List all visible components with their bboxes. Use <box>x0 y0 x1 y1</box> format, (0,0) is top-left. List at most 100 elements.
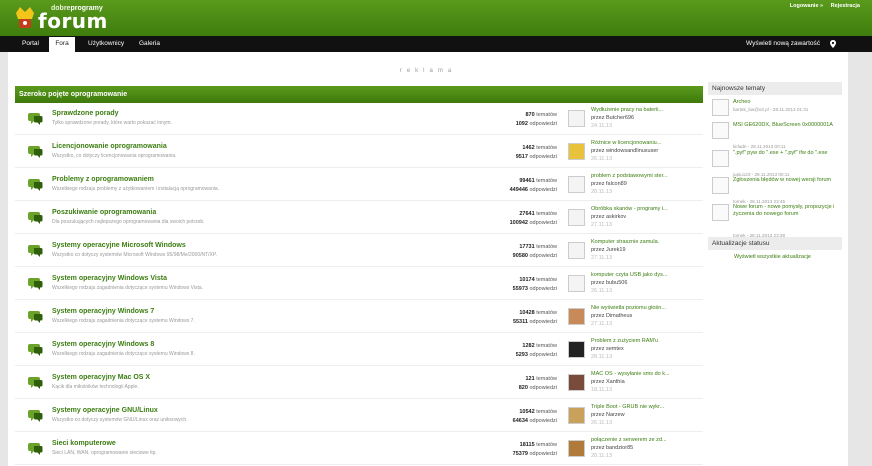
last-post-title[interactable]: problem z podstawowymi ster... <box>591 173 699 181</box>
newest-topic-meta: tomek - 28.11.2013 23:38 <box>733 233 786 238</box>
location-pin-icon[interactable] <box>830 40 836 48</box>
replies-count: 5293 <box>515 351 528 358</box>
forum-title[interactable]: System operacyjny Windows 7 <box>52 308 154 315</box>
forum-description: Kącik dla miłośników technologii Apple. <box>52 384 139 390</box>
topics-count: 99461 <box>519 178 535 184</box>
topics-word: tematów <box>536 277 557 283</box>
avatar[interactable] <box>568 440 585 457</box>
newest-topic-title[interactable]: Zgłoszenia błędów w nowej wersji forum <box>733 177 839 184</box>
avatar[interactable] <box>712 99 729 116</box>
last-post-author[interactable]: przez askirkov <box>591 214 699 222</box>
forum-title[interactable]: System operacyjny Windows Vista <box>52 275 167 282</box>
last-post-author[interactable]: przez windowsandlinuxuser <box>591 148 699 156</box>
replies-word: odpowiedzi <box>529 450 557 457</box>
forum-title[interactable]: Sprawdzone porady <box>52 110 119 117</box>
newest-topic-meta: bartek_bw@o2.pl - 28.11.2013 01:31 <box>733 107 809 112</box>
forum-row: System operacyjny Windows 8 Wszelkiego ro… <box>15 334 703 366</box>
avatar[interactable] <box>568 275 585 292</box>
last-post-title[interactable]: Problem z zużyciem RAM'u <box>591 338 699 346</box>
category-header[interactable]: Szeroko pojęte oprogramowanie <box>15 86 703 103</box>
replies-count: 64634 <box>512 417 528 424</box>
forum-stats: 17731 tematów 90580 odpowiedzi <box>463 243 557 260</box>
crown-logo-icon[interactable] <box>14 5 36 31</box>
avatar[interactable] <box>568 341 585 358</box>
last-post-title[interactable]: MAC OS - wysyłanie sms do k... <box>591 371 699 379</box>
avatar[interactable] <box>568 209 585 226</box>
avatar[interactable] <box>568 143 585 160</box>
logo-forum[interactable]: forum <box>38 9 108 33</box>
topics-word: tematów <box>536 178 557 184</box>
avatar[interactable] <box>712 204 729 221</box>
view-all-updates-link[interactable]: Wyświetl wszystkie aktualizacje <box>734 254 811 260</box>
forum-title[interactable]: System operacyjny Mac OS X <box>52 374 150 381</box>
status-updates-header: Aktualizacje statusu <box>708 237 842 250</box>
forum-title[interactable]: Problemy z oprogramowaniem <box>52 176 154 183</box>
topics-word: tematów <box>536 112 557 118</box>
view-new-content-link[interactable]: Wyświetl nową zawartość <box>746 36 820 52</box>
last-post-title[interactable]: Triple Boot - GRUB nie wykr... <box>591 404 699 412</box>
avatar[interactable] <box>568 110 585 127</box>
avatar[interactable] <box>712 177 729 194</box>
last-post-author[interactable]: przez Narzew <box>591 412 699 420</box>
newest-topic-title[interactable]: Archeo <box>733 99 839 106</box>
last-post-author[interactable]: przez semtex <box>591 346 699 354</box>
forum-description: Sieci LAN, WAN, oprogramowanie sieciowe … <box>52 450 157 456</box>
last-post-author[interactable]: przez Jurek19 <box>591 247 699 255</box>
topics-word: tematów <box>536 211 557 217</box>
replies-count: 55973 <box>512 285 528 292</box>
last-post-author[interactable]: przez bubu506 <box>591 280 699 288</box>
replies-word: odpowiedzi <box>529 285 557 292</box>
last-post-author[interactable]: przez Xanthia <box>591 379 699 387</box>
forum-row: System operacyjny Mac OS X Kącik dla miło… <box>15 367 703 399</box>
tab-fora[interactable]: Fora <box>49 37 75 52</box>
forum-title[interactable]: System operacyjny Windows 8 <box>52 341 154 348</box>
last-post-title[interactable]: komputer czyta USB jako dys... <box>591 272 699 280</box>
forum-row: Systemy operacyjne GNU/Linux Wszystko co … <box>15 400 703 432</box>
topics-word: tematów <box>536 145 557 151</box>
last-post-title[interactable]: Obróbka skanów - programy i... <box>591 206 699 214</box>
last-post-title[interactable]: Wydłużenie pracy na baterii... <box>591 107 699 115</box>
replies-word: odpowiedzi <box>529 219 557 226</box>
newest-topic-title[interactable]: ".pyf" pyw do ".exe + ".pyf" ifw do ".ex… <box>733 150 839 157</box>
avatar[interactable] <box>712 150 729 167</box>
last-post-author[interactable]: przez Butcher696 <box>591 115 699 123</box>
forum-title[interactable]: Systemy operacyjne Microsoft Windows <box>52 242 186 249</box>
last-post: Nie wyświetla poziomu głośn... przez Dima… <box>591 305 699 328</box>
avatar[interactable] <box>568 308 585 325</box>
forum-title[interactable]: Licencjonowanie oprogramowania <box>52 143 167 150</box>
avatar[interactable] <box>568 176 585 193</box>
forum-bubble-icon <box>28 146 43 158</box>
forum-description: Wszystko, co dotyczy licencjonowania opr… <box>52 153 177 159</box>
forum-title[interactable]: Poszukiwanie oprogramowania <box>52 209 156 216</box>
avatar[interactable] <box>568 407 585 424</box>
last-post-author[interactable]: przez Dimatheus <box>591 313 699 321</box>
replies-count: 100942 <box>509 219 528 226</box>
register-link[interactable]: Rejestracja <box>831 3 860 9</box>
tab-uzytkownicy[interactable]: Użytkownicy <box>88 36 124 52</box>
forum-description: Wszelkiego rodzaju zagadnienia dotyczące… <box>52 285 204 291</box>
avatar[interactable] <box>568 374 585 391</box>
replies-word: odpowiedzi <box>529 318 557 325</box>
forum-title[interactable]: Sieci komputerowe <box>52 440 116 447</box>
last-post: połączenie z serwerem ze zd... przez band… <box>591 437 699 460</box>
last-post-title[interactable]: Różnice w licencjonowaniu... <box>591 140 699 148</box>
last-post-title[interactable]: Komputer strasznie zamula. <box>591 239 699 247</box>
forum-description: Wszelkiego rodzaju zagadnienia dotyczące… <box>52 318 195 324</box>
last-post-author[interactable]: przez falcon89 <box>591 181 699 189</box>
avatar[interactable] <box>568 242 585 259</box>
replies-word: odpowiedzi <box>529 417 557 424</box>
forum-stats: 121 tematów 820 odpowiedzi <box>463 375 557 392</box>
tab-portal[interactable]: Portal <box>22 36 39 52</box>
avatar[interactable] <box>712 122 729 139</box>
tab-galeria[interactable]: Galeria <box>139 36 160 52</box>
newest-topic-title[interactable]: MSI GE620DX, BlueScreen 0x0000001A <box>733 122 839 129</box>
login-link[interactable]: Logowanie » <box>790 3 823 9</box>
last-post-author[interactable]: przez bandzior85 <box>591 445 699 453</box>
last-post-title[interactable]: Nie wyświetla poziomu głośn... <box>591 305 699 313</box>
forum-title[interactable]: Systemy operacyjne GNU/Linux <box>52 407 158 414</box>
forum-stats: 1462 tematów 9517 odpowiedzi <box>463 144 557 161</box>
last-post-title[interactable]: połączenie z serwerem ze zd... <box>591 437 699 445</box>
forum-row: Sieci komputerowe Sieci LAN, WAN, oprogra… <box>15 433 703 465</box>
topics-count: 17731 <box>519 244 535 250</box>
newest-topic-title[interactable]: Nowe forum - nowe pomysły, propozycje i … <box>733 204 839 218</box>
